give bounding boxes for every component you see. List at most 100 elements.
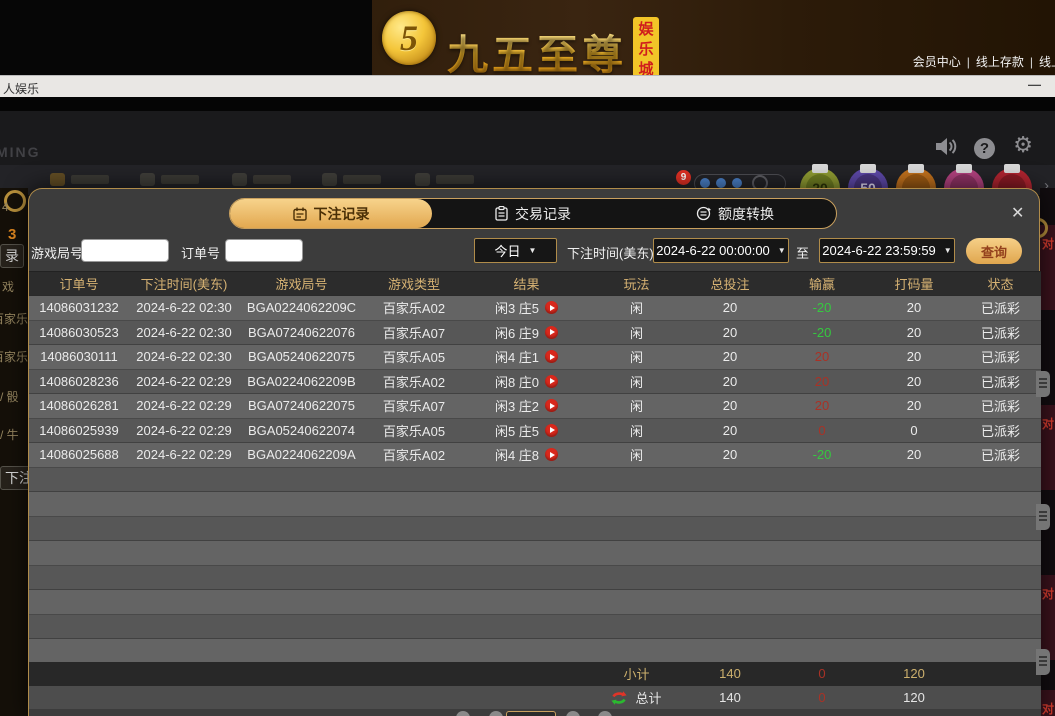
cell-bet: 20 [684, 374, 776, 389]
game-round-label: 游戏局号 [31, 243, 83, 262]
cell-status: 已派彩 [960, 421, 1041, 440]
subtotal-row: 小计 140 0 120 [29, 662, 1041, 686]
date-range-select[interactable]: 今日 ▼ [474, 238, 557, 263]
table-row: 14086025688 2024-6-22 02:29 BGA022406220… [29, 443, 1041, 468]
subtotal-winloss: 0 [776, 666, 868, 681]
order-label: 订单号 [181, 243, 220, 262]
side-handle[interactable] [1036, 504, 1050, 530]
pagination-page-input[interactable] [506, 711, 556, 716]
cell-game-type: 百家乐A07 [364, 323, 464, 342]
cell-play: 闲 [589, 323, 684, 342]
menu-label-ghost [253, 175, 291, 184]
notification-badge: 9 [676, 170, 691, 185]
background-menu-fragment: 3 [8, 226, 16, 243]
player-dot [700, 178, 710, 188]
tab-label: 下注记录 [314, 204, 370, 224]
cell-round: BGA05240622075 [239, 349, 364, 364]
cell-time: 2024-6-22 02:29 [129, 398, 239, 413]
empty-row [29, 517, 1041, 542]
subtotal-bet: 140 [684, 666, 776, 681]
settings-gear-icon[interactable]: ⚙ [1013, 133, 1033, 158]
replay-icon[interactable] [545, 350, 558, 363]
time-to-select[interactable]: 2024-6-22 23:59:59 ▼ [819, 238, 955, 263]
column-header: 总投注 [684, 274, 776, 293]
brand-topbar: 5 九五至尊 娱乐城 会员中心|线上存款|线上 [0, 0, 1055, 75]
time-from-select[interactable]: 2024-6-22 00:00:00 ▼ [653, 238, 789, 263]
replay-icon[interactable] [545, 301, 558, 314]
background-menu-fragment: 录 [0, 244, 24, 268]
top-link[interactable]: 会员中心 [913, 55, 961, 69]
replay-icon[interactable] [545, 375, 558, 388]
cell-bet: 20 [684, 398, 776, 413]
filter-row: 游戏局号 订单号 今日 ▼ 下注时间(美东) 2024-6-22 00:00:0… [29, 237, 1041, 265]
cell-bet: 20 [684, 447, 776, 462]
cell-bet: 20 [684, 423, 776, 438]
side-handle[interactable] [1036, 371, 1050, 397]
empty-row [29, 590, 1041, 615]
replay-icon[interactable] [545, 448, 558, 461]
screen: 5 九五至尊 娱乐城 会员中心|线上存款|线上 人娱乐 — MING ? ⚙ 9 [0, 0, 1055, 716]
swap-icon [611, 690, 627, 706]
menu-label-ghost [343, 175, 381, 184]
cell-winloss: -20 [776, 325, 868, 340]
empty-row [29, 468, 1041, 493]
column-header: 玩法 [589, 274, 684, 293]
tab-quota-transfer[interactable]: 额度转换 [634, 199, 836, 228]
column-header: 打码量 [868, 274, 960, 293]
background-menu-fragment: 百家乐 [0, 310, 28, 327]
divider-strip [0, 97, 1055, 111]
menu-label-ghost [436, 175, 474, 184]
top-link[interactable]: 线上 [1039, 55, 1055, 69]
order-input[interactable] [225, 239, 303, 262]
cell-volume: 0 [868, 423, 960, 438]
sound-icon[interactable] [936, 137, 960, 161]
cell-time: 2024-6-22 02:30 [129, 325, 239, 340]
side-handle[interactable] [1036, 649, 1050, 675]
tab-bet-records[interactable]: 下注记录 [230, 199, 432, 228]
top-link[interactable]: 线上存款 [976, 55, 1024, 69]
tab-transaction-records[interactable]: 交易记录 [432, 199, 634, 228]
table-row: 14086031232 2024-6-22 02:30 BGA022406220… [29, 296, 1041, 321]
close-icon[interactable]: ✕ [1011, 203, 1024, 223]
replay-icon[interactable] [545, 326, 558, 339]
provider-logo: MING [0, 144, 41, 160]
total-bet: 140 [684, 690, 776, 705]
chevron-down-icon: ▼ [529, 246, 537, 255]
cell-play: 闲 [589, 298, 684, 317]
background-left-strip: 43录戏百家乐百家乐/ 骰/ 牛下注 [0, 188, 28, 716]
window-titlebar: 人娱乐 — [0, 75, 1055, 97]
empty-row [29, 615, 1041, 640]
cell-status: 已派彩 [960, 298, 1041, 317]
background-menu-fragment: 戏 [2, 278, 14, 295]
game-round-input[interactable] [81, 239, 169, 262]
table-row: 14086030111 2024-6-22 02:30 BGA052406220… [29, 345, 1041, 370]
cell-play: 闲 [589, 421, 684, 440]
cell-volume: 20 [868, 325, 960, 340]
cell-round: BGA0224062209A [239, 447, 364, 462]
total-row: 总计 140 0 120 [29, 686, 1041, 710]
menu-icon [232, 173, 247, 186]
search-button[interactable]: 查询 [966, 238, 1022, 264]
modal-tabbar: 下注记录 交易记录 额度转换 [229, 198, 837, 229]
column-header: 状态 [960, 274, 1041, 293]
table-row: 14086025939 2024-6-22 02:29 BGA052406220… [29, 419, 1041, 444]
table-row: 14086028236 2024-6-22 02:29 BGA022406220… [29, 370, 1041, 395]
replay-icon[interactable] [545, 424, 558, 437]
replay-icon[interactable] [545, 399, 558, 412]
tab-label: 额度转换 [718, 204, 774, 224]
cell-time: 2024-6-22 02:29 [129, 423, 239, 438]
cell-result: 闲8 庄0 [464, 372, 589, 391]
cell-volume: 20 [868, 374, 960, 389]
cell-winloss: 20 [776, 349, 868, 364]
minimize-button[interactable]: — [1028, 77, 1041, 92]
help-icon[interactable]: ? [974, 138, 995, 159]
time-to-value: 2024-6-22 23:59:59 [822, 243, 935, 258]
cell-game-type: 百家乐A05 [364, 347, 464, 366]
cell-round: BGA0224062209B [239, 374, 364, 389]
cell-winloss: 20 [776, 398, 868, 413]
table-header-row: 订单号下注时间(美东)游戏局号游戏类型结果玩法总投注输赢打码量状态 [29, 271, 1041, 296]
menu-icon [50, 173, 65, 186]
subtotal-label: 小计 [589, 664, 684, 683]
chevron-down-icon: ▼ [778, 246, 786, 255]
dimmed-menu-item [232, 173, 291, 186]
